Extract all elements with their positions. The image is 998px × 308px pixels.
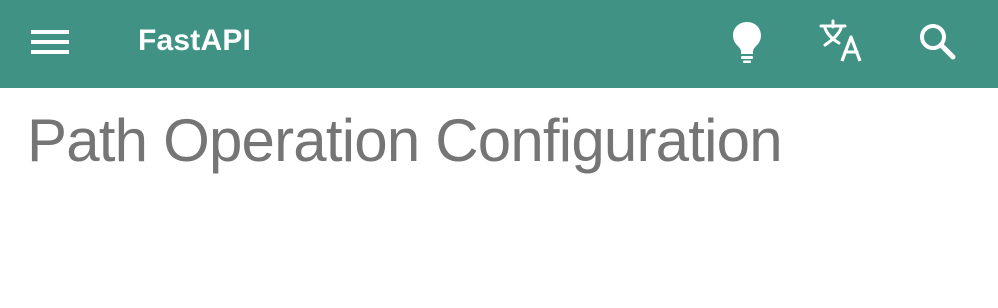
page-title: Path Operation Configuration — [27, 107, 783, 174]
menu-icon — [31, 30, 69, 54]
search-icon — [920, 24, 956, 60]
palette-toggle-button[interactable] — [721, 16, 773, 68]
site-title[interactable]: FastAPI — [138, 21, 251, 61]
search-button[interactable] — [912, 16, 964, 68]
lightbulb-icon — [733, 22, 761, 63]
language-button[interactable] — [815, 16, 867, 68]
top-header: FastAPI — [0, 0, 998, 88]
translate-icon — [819, 19, 862, 62]
menu-button[interactable] — [26, 18, 74, 66]
app-page: FastAPI Path Operation Configuration — [0, 0, 998, 308]
